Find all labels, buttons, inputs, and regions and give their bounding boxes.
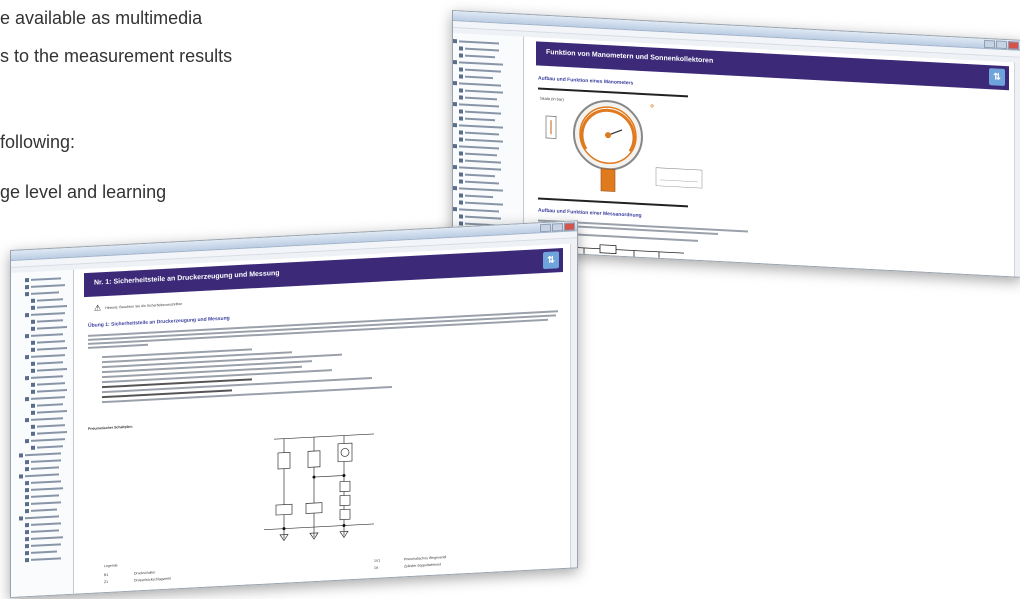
close-button[interactable]	[1008, 41, 1019, 50]
minimize-button[interactable]	[540, 223, 551, 233]
warning-text: Hinweis: Beachten Sie die Sicherheitsvor…	[105, 301, 183, 311]
section-title: Aufbau und Funktion einer Messanordnung	[538, 207, 642, 219]
warning-icon: ⚠	[94, 303, 102, 313]
background-line: s to the measurement results	[0, 46, 233, 66]
warning-note: ⚠ Hinweis: Beachten Sie die Sicherheitsv…	[94, 300, 182, 313]
body-text-line	[88, 343, 148, 349]
minimize-button[interactable]	[984, 39, 995, 49]
legend-code: 1A	[374, 565, 379, 570]
maximize-button[interactable]	[996, 40, 1007, 50]
legend: Legende B1 Druckschalter 1V1 Pneumatisch…	[104, 540, 564, 585]
section-title: Übung 1: Sicherheitsteile an Druckerzeug…	[88, 315, 230, 329]
window-controls	[540, 222, 575, 233]
manometer-diagram: Skala (in bar) ⊕	[540, 96, 703, 192]
legend-code: Z1	[104, 579, 109, 584]
page-title: Funktion von Manometern und Sonnenkollek…	[546, 48, 714, 65]
diagram-label: Pneumatischer Schaltplan:	[88, 424, 133, 431]
svg-text:⊕: ⊕	[650, 103, 654, 109]
close-button[interactable]	[564, 222, 575, 231]
content-pane: Funktion von Manometern und Sonnenkollek…	[524, 36, 1020, 277]
window-controls	[984, 39, 1019, 50]
page-title: Nr. 1: Sicherheitsteile an Druckerzeugun…	[94, 269, 280, 287]
content-pane: Nr. 1: Sicherheitsteile an Druckerzeugun…	[74, 243, 577, 594]
grid-arrows-icon[interactable]: ⇅	[989, 68, 1005, 86]
background-line: ge level and learning	[0, 182, 167, 202]
pneumatic-circuit-diagram	[264, 433, 374, 542]
navigation-tree[interactable]	[453, 33, 524, 251]
scrollbar[interactable]	[1014, 62, 1020, 277]
front-app-window: Nr. 1: Sicherheitsteile an Druckerzeugun…	[10, 220, 578, 599]
gauge-label: Skala (in bar)	[540, 96, 564, 102]
divider	[538, 197, 688, 208]
background-line: e available as multimedia	[0, 8, 203, 28]
grid-arrows-icon[interactable]: ⇅	[543, 251, 559, 270]
navigation-tree[interactable]	[11, 269, 74, 597]
section-title: Aufbau und Funktion eines Manometers	[538, 75, 634, 87]
background-line: following:	[0, 132, 76, 152]
legend-text: Zylinder doppeltwirkend	[404, 561, 441, 568]
maximize-button[interactable]	[552, 223, 563, 232]
scrollbar[interactable]	[570, 243, 577, 568]
